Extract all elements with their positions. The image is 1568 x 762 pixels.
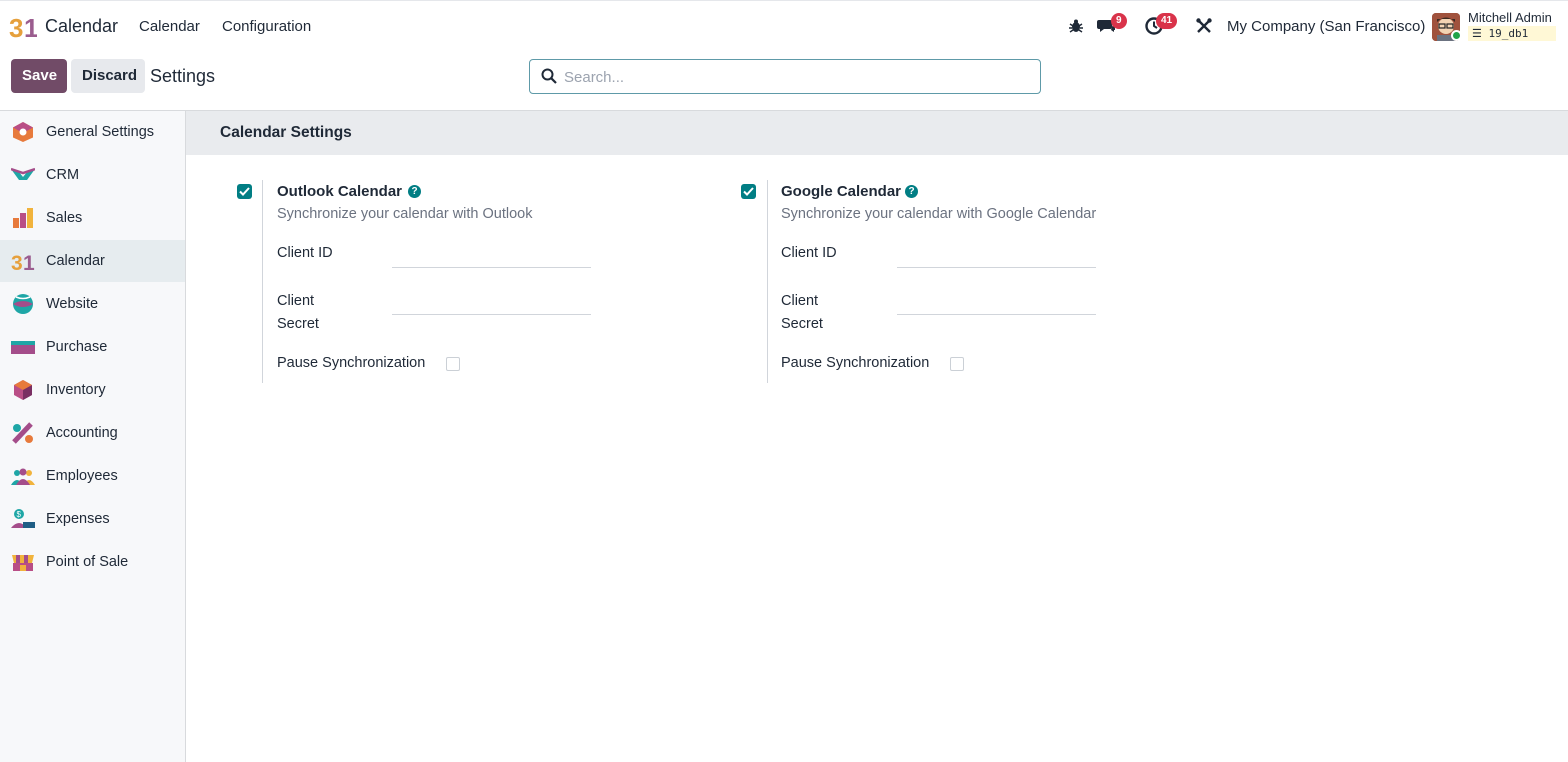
svg-text:3: 3 bbox=[9, 13, 23, 41]
outlook-client-secret-input[interactable] bbox=[392, 293, 591, 315]
sidebar-item-accounting[interactable]: Accounting bbox=[0, 412, 185, 454]
google-description: Synchronize your calendar with Google Ca… bbox=[781, 206, 1097, 222]
section-title: Calendar Settings bbox=[220, 124, 352, 141]
sidebar-item-label: General Settings bbox=[46, 124, 155, 140]
expenses-icon: $ bbox=[11, 509, 35, 528]
sidebar-item-sales[interactable]: Sales bbox=[0, 197, 185, 239]
save-button[interactable]: Save bbox=[11, 59, 67, 93]
app-name[interactable]: Calendar bbox=[45, 16, 118, 37]
svg-text:3: 3 bbox=[11, 252, 23, 272]
point-of-sale-icon bbox=[12, 555, 34, 571]
website-icon bbox=[13, 294, 33, 314]
sidebar-item-label: Sales bbox=[46, 210, 83, 226]
settings-sidebar: General Settings CRM Sales 31 Calendar W… bbox=[0, 111, 186, 762]
outlook-pause-checkbox[interactable] bbox=[446, 357, 460, 371]
sidebar-item-purchase[interactable]: Purchase bbox=[0, 326, 185, 368]
google-title: Google Calendar bbox=[781, 183, 902, 200]
sidebar-item-label: Calendar bbox=[46, 253, 105, 269]
svg-text:1: 1 bbox=[23, 252, 35, 272]
google-client-id-label: Client ID bbox=[781, 245, 837, 261]
search-icon bbox=[541, 68, 557, 84]
database-tag: ☰ 19_db1 bbox=[1468, 26, 1556, 41]
outlook-description: Synchronize your calendar with Outlook bbox=[277, 206, 533, 222]
outlook-client-id-label: Client ID bbox=[277, 245, 333, 261]
sidebar-item-calendar[interactable]: 31 Calendar bbox=[0, 240, 185, 282]
checkmark-icon bbox=[239, 187, 250, 196]
outlook-title: Outlook Calendar bbox=[277, 183, 403, 200]
sidebar-item-label: Website bbox=[46, 296, 99, 312]
inventory-icon bbox=[14, 380, 32, 400]
checkmark-icon bbox=[743, 187, 754, 196]
menu-calendar[interactable]: Calendar bbox=[139, 18, 200, 35]
sidebar-item-label: Purchase bbox=[46, 339, 108, 355]
accounting-icon bbox=[12, 422, 33, 444]
online-status-dot bbox=[1451, 30, 1462, 41]
database-icon: ☰ bbox=[1472, 27, 1482, 40]
top-navbar: 3 1 Calendar Calendar Configuration 9 41… bbox=[0, 0, 1568, 51]
sidebar-item-employees[interactable]: Employees bbox=[0, 455, 185, 497]
outlook-client-id-input[interactable] bbox=[392, 246, 591, 268]
breadcrumb: Settings bbox=[150, 66, 216, 86]
purchase-icon bbox=[11, 341, 35, 354]
outlook-enable-checkbox[interactable] bbox=[237, 184, 252, 199]
google-enable-checkbox[interactable] bbox=[741, 184, 756, 199]
sidebar-item-website[interactable]: Website bbox=[0, 283, 185, 325]
svg-text:1: 1 bbox=[24, 13, 37, 41]
section-header: Calendar Settings bbox=[186, 111, 1568, 155]
discard-button[interactable]: Discard bbox=[71, 59, 145, 93]
sidebar-item-label: CRM bbox=[46, 167, 80, 183]
sidebar-item-general-settings[interactable]: General Settings bbox=[0, 111, 185, 153]
activities-count-badge: 41 bbox=[1156, 13, 1178, 29]
sidebar-item-label: Inventory bbox=[46, 382, 106, 398]
sidebar-item-inventory[interactable]: Inventory bbox=[0, 369, 185, 411]
google-client-secret-label-line2: Secret bbox=[781, 316, 823, 332]
google-client-secret-label-line1: Client bbox=[781, 293, 819, 309]
sidebar-item-label: Expenses bbox=[46, 511, 110, 527]
outlook-pause-label: Pause Synchronization bbox=[277, 355, 426, 371]
google-client-id-input[interactable] bbox=[897, 246, 1096, 268]
outlook-help-icon[interactable]: ? bbox=[408, 185, 421, 198]
user-name[interactable]: Mitchell Admin bbox=[1468, 10, 1552, 25]
employees-icon bbox=[11, 468, 35, 485]
sidebar-item-label: Point of Sale bbox=[46, 554, 129, 570]
crm-icon bbox=[11, 167, 35, 180]
calendar-app-logo-icon[interactable]: 3 1 bbox=[9, 13, 37, 41]
tools-icon[interactable] bbox=[1193, 15, 1215, 37]
search-box[interactable] bbox=[529, 59, 1041, 94]
sidebar-item-point-of-sale[interactable]: Point of Sale bbox=[0, 541, 185, 583]
sidebar-item-label: Accounting bbox=[46, 425, 118, 441]
search-input[interactable] bbox=[564, 66, 1024, 88]
sidebar-item-label: Employees bbox=[46, 468, 118, 484]
google-pause-label: Pause Synchronization bbox=[781, 355, 930, 371]
google-divider bbox=[767, 180, 768, 383]
google-pause-checkbox[interactable] bbox=[950, 357, 964, 371]
sidebar-item-crm[interactable]: CRM bbox=[0, 154, 185, 196]
google-client-secret-input[interactable] bbox=[897, 293, 1096, 315]
company-switcher[interactable]: My Company (San Francisco) bbox=[1227, 18, 1425, 35]
menu-configuration[interactable]: Configuration bbox=[222, 18, 311, 35]
outlook-client-secret-label-line2: Secret bbox=[277, 316, 319, 332]
debug-bug-icon[interactable] bbox=[1065, 15, 1087, 37]
general-settings-icon bbox=[13, 122, 33, 142]
messages-count-badge: 9 bbox=[1111, 13, 1127, 29]
svg-text:$: $ bbox=[17, 510, 22, 519]
database-name: 19_db1 bbox=[1488, 27, 1529, 40]
sidebar-item-expenses[interactable]: $ Expenses bbox=[0, 498, 185, 540]
sales-icon bbox=[13, 208, 33, 228]
outlook-client-secret-label-line1: Client bbox=[277, 293, 315, 309]
google-help-icon[interactable]: ? bbox=[905, 185, 918, 198]
outlook-divider bbox=[262, 180, 263, 383]
calendar-icon: 31 bbox=[11, 252, 35, 272]
